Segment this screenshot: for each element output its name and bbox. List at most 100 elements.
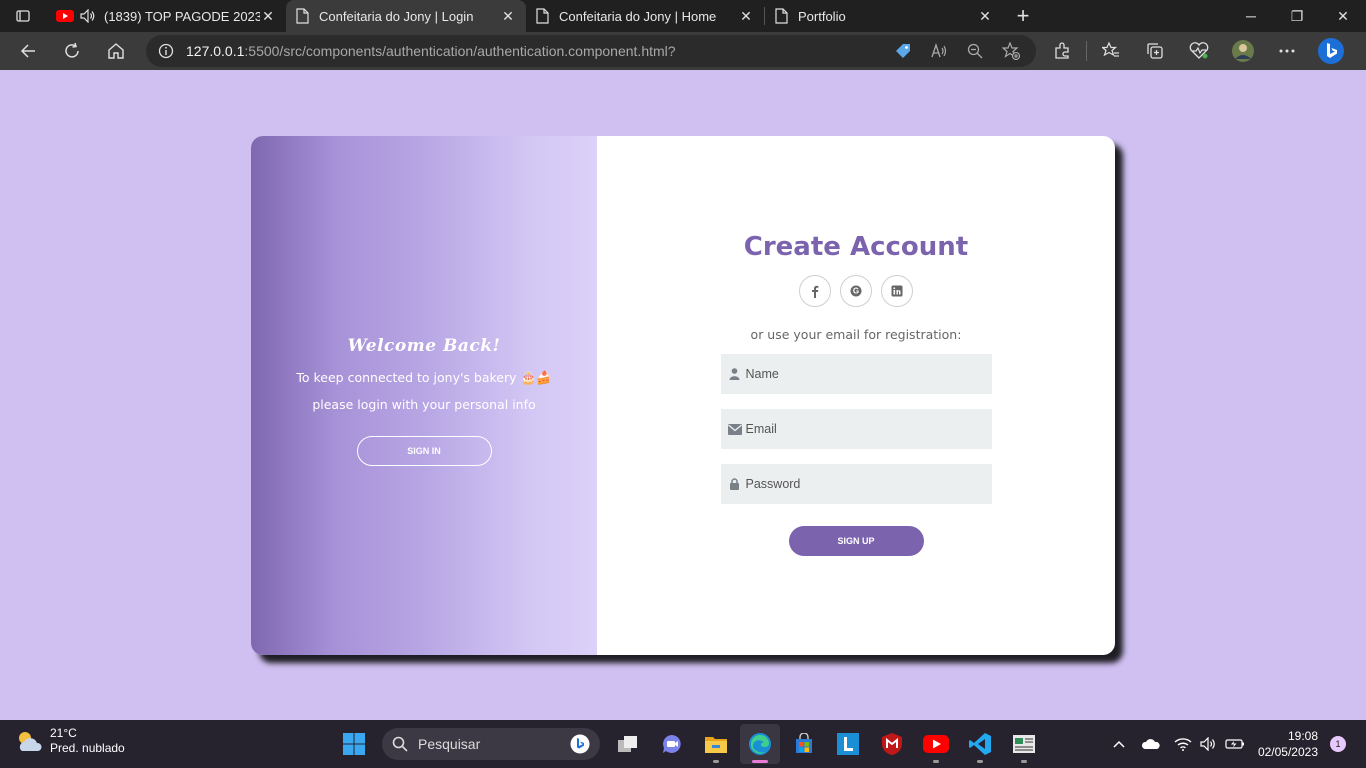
weather-description: Pred. nublado (50, 741, 125, 755)
partly-cloudy-icon (19, 732, 42, 751)
clock-time: 19:08 (1287, 729, 1318, 743)
home-icon (108, 43, 124, 59)
welcome-title: Welcome Back! (347, 335, 501, 356)
news-app-button[interactable] (1004, 724, 1044, 764)
back-button[interactable] (6, 32, 50, 70)
chevron-up-icon[interactable] (1106, 720, 1132, 768)
sign-up-button[interactable]: SIGN UP (788, 526, 924, 556)
page-icon (775, 8, 788, 24)
user-icon (727, 368, 743, 380)
audio-icon[interactable] (80, 9, 96, 23)
mcafee-button[interactable] (872, 724, 912, 764)
folder-icon (705, 737, 727, 753)
email-input[interactable] (745, 422, 976, 436)
system-tray: 19:08 02/05/2023 1 (1106, 720, 1366, 768)
tab-portfolio[interactable]: Portfolio ✕ (765, 0, 1003, 32)
teams-chat-button[interactable] (652, 724, 692, 764)
google-icon[interactable]: G (840, 275, 872, 307)
price-tag-icon[interactable] (888, 35, 918, 67)
volume-icon[interactable] (1196, 720, 1222, 768)
profile-avatar[interactable] (1221, 32, 1265, 70)
task-view-button[interactable] (608, 724, 648, 764)
vscode-icon (969, 733, 991, 755)
task-view-icon (618, 736, 637, 752)
performance-icon[interactable] (1177, 32, 1221, 70)
password-field[interactable] (720, 464, 992, 504)
email-field[interactable] (720, 409, 992, 449)
microsoft-store-button[interactable] (784, 724, 824, 764)
restore-button[interactable]: ❐ (1274, 0, 1320, 32)
youtube-app-button[interactable] (916, 724, 956, 764)
collections-icon[interactable] (1133, 32, 1177, 70)
close-icon[interactable]: ✕ (738, 8, 754, 24)
app-l-button[interactable] (828, 724, 868, 764)
tab-actions-icon (16, 10, 30, 22)
refresh-button[interactable] (50, 32, 94, 70)
add-favorite-icon[interactable] (996, 35, 1026, 67)
signup-panel: Create Account G or use your email for r… (597, 136, 1115, 655)
onedrive-icon[interactable] (1138, 720, 1164, 768)
close-icon[interactable]: ✕ (260, 8, 276, 24)
close-icon[interactable]: ✕ (977, 8, 993, 24)
url-host: 127.0.0.1 (186, 43, 245, 59)
wifi-icon[interactable] (1170, 720, 1196, 768)
welcome-line-2: please login with your personal info (312, 396, 536, 412)
linkedin-icon[interactable] (881, 275, 913, 307)
facebook-icon[interactable] (799, 275, 831, 307)
temperature: 21°C (50, 726, 77, 740)
browser-toolbar: 127.0.0.1:5500/src/components/authentica… (0, 32, 1366, 70)
tab-actions-button[interactable] (0, 0, 46, 32)
page-title: Create Account (743, 232, 969, 262)
chat-icon (663, 735, 681, 753)
new-tab-button[interactable]: + (1003, 0, 1043, 32)
tab-youtube[interactable]: (1839) TOP PAGODE 2023 ✕ (46, 0, 286, 32)
tab-title: Confeitaria do Jony | Home (559, 8, 717, 24)
tab-title: Confeitaria do Jony | Login (319, 8, 474, 24)
tab-home[interactable]: Confeitaria do Jony | Home ✕ (526, 0, 764, 32)
page-icon (536, 8, 549, 24)
tab-strip: (1839) TOP PAGODE 2023 ✕ Confeitaria do … (0, 0, 1366, 32)
close-icon[interactable]: ✕ (500, 8, 516, 24)
edge-icon (749, 733, 771, 755)
search-placeholder: Pesquisar (418, 736, 481, 752)
battery-icon[interactable] (1222, 720, 1248, 768)
sign-in-button[interactable]: SIGN IN (356, 435, 492, 466)
tab-login[interactable]: Confeitaria do Jony | Login ✕ (286, 0, 526, 32)
zoom-out-icon[interactable] (960, 35, 990, 67)
file-explorer-button[interactable] (696, 724, 736, 764)
minimize-button[interactable]: ─ (1228, 0, 1274, 32)
tab-title: (1839) TOP PAGODE 2023 (104, 8, 260, 24)
weather-widget[interactable]: 21°C Pred. nublado (14, 726, 125, 756)
password-input[interactable] (745, 477, 976, 491)
auth-card: Welcome Back! To keep connected to jony'… (251, 136, 1115, 655)
taskbar-search[interactable]: Pesquisar (382, 728, 600, 760)
envelope-icon (727, 423, 743, 435)
url-text: 127.0.0.1:5500/src/components/authentica… (186, 43, 676, 59)
favorites-icon[interactable] (1089, 32, 1133, 70)
back-arrow-icon (20, 44, 35, 58)
address-bar[interactable]: 127.0.0.1:5500/src/components/authentica… (146, 35, 1036, 67)
vscode-button[interactable] (960, 724, 1000, 764)
clock-date: 02/05/2023 (1257, 745, 1318, 759)
welcome-line-1: To keep connected to jony's bakery 🎂🍰 (296, 369, 552, 385)
svg-text:G: G (853, 287, 859, 296)
edge-button[interactable] (740, 724, 780, 764)
welcome-panel: Welcome Back! To keep connected to jony'… (251, 136, 597, 655)
info-icon[interactable] (146, 43, 186, 59)
more-options-icon[interactable] (1265, 32, 1309, 70)
home-button[interactable] (94, 32, 138, 70)
name-input[interactable] (745, 367, 976, 381)
bing-copilot-icon[interactable] (1309, 32, 1353, 70)
close-window-button[interactable]: ✕ (1320, 0, 1366, 32)
notification-badge[interactable]: 1 (1330, 736, 1346, 752)
l-app-icon (837, 733, 859, 755)
news-icon (1013, 735, 1035, 753)
store-icon (796, 733, 812, 753)
windows-icon (343, 733, 365, 755)
lock-icon (727, 478, 743, 490)
clock[interactable]: 19:08 02/05/2023 (1258, 728, 1318, 760)
extensions-icon[interactable] (1040, 32, 1084, 70)
start-button[interactable] (334, 724, 374, 764)
name-field[interactable] (720, 354, 992, 394)
read-aloud-icon[interactable] (924, 35, 954, 67)
